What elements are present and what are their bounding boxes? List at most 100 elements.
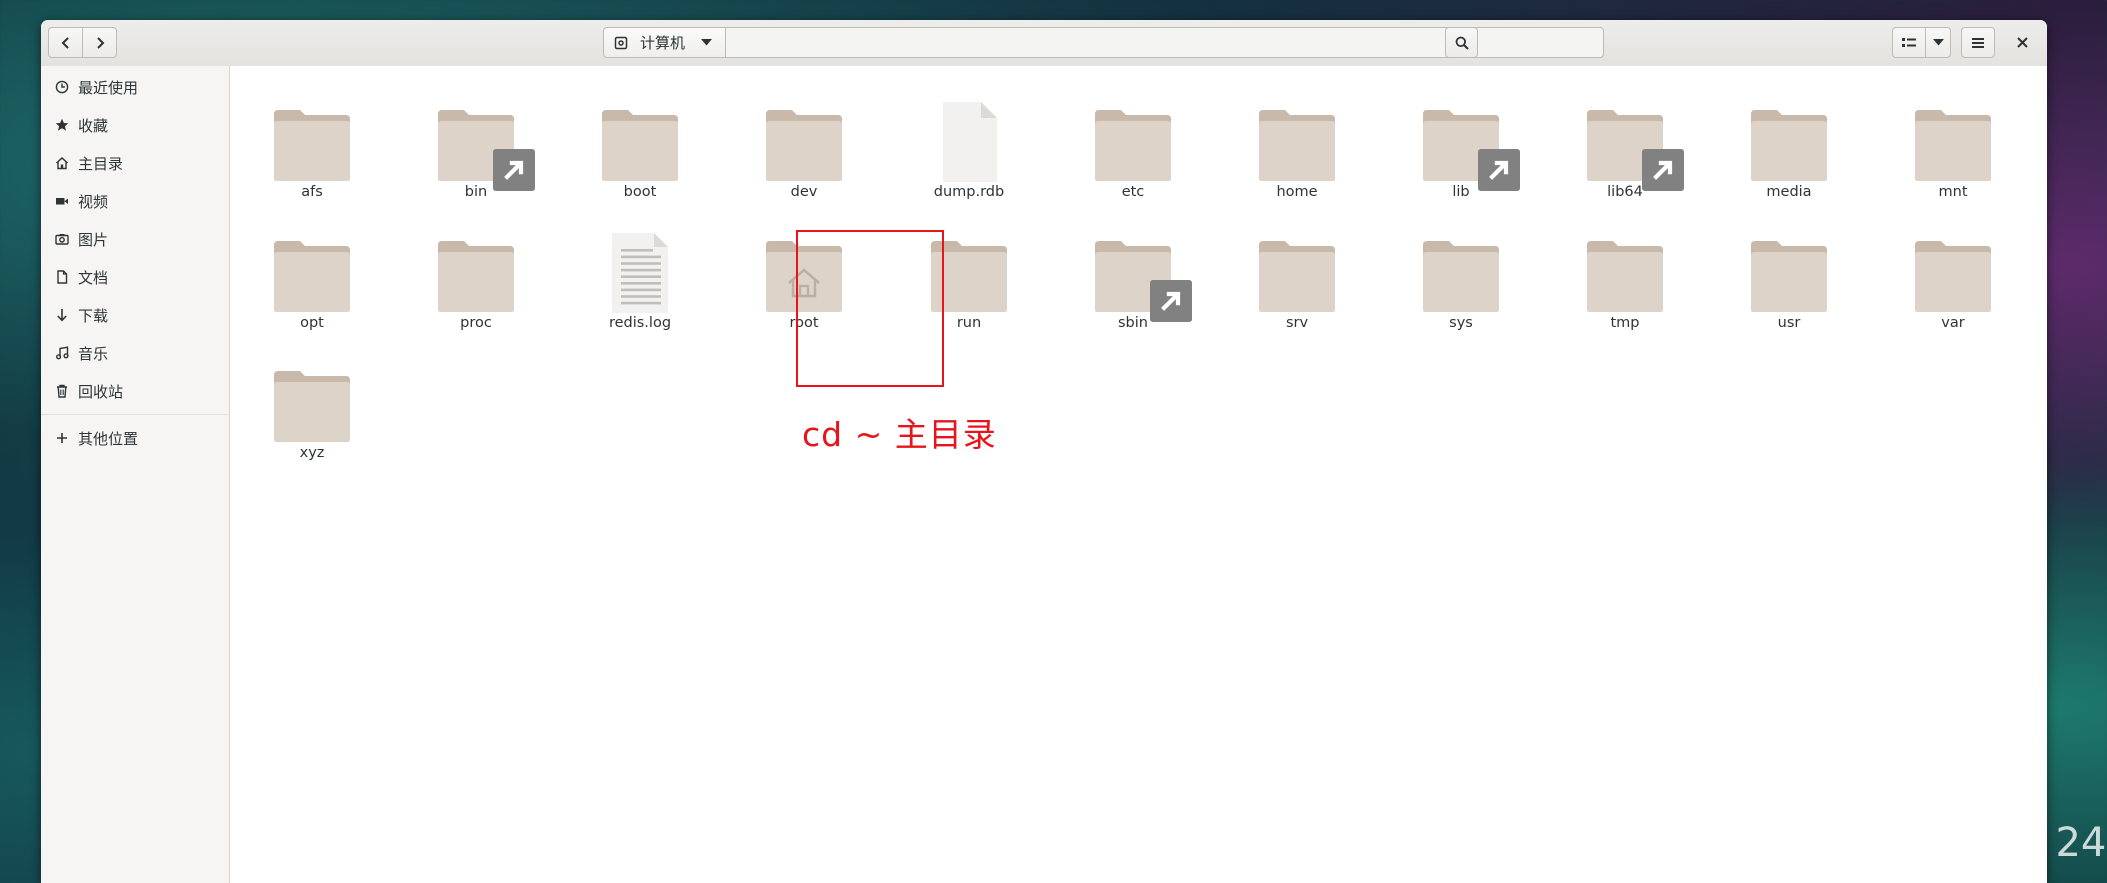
file-name: tmp <box>1610 315 1640 331</box>
sidebar-item-label: 其他位置 <box>78 429 139 448</box>
folder-symlink-icon <box>1093 233 1192 322</box>
folder-icon <box>272 102 352 182</box>
file-item[interactable]: srv <box>1235 218 1355 338</box>
file-item[interactable]: sys <box>1399 218 1519 338</box>
file-item[interactable]: dump.rdb <box>907 87 1027 207</box>
caret-down-icon <box>701 39 713 46</box>
home-icon <box>54 155 70 171</box>
document-icon <box>54 269 70 285</box>
caret-down-icon <box>1932 39 1944 46</box>
file-item[interactable]: afs <box>250 87 370 207</box>
view-options-button[interactable] <box>1925 27 1951 58</box>
folder-icon <box>1749 102 1829 182</box>
hamburger-menu-icon <box>1972 37 1984 48</box>
file-item[interactable]: sbin <box>1071 218 1192 338</box>
file-item[interactable]: home <box>1235 87 1355 207</box>
sidebar-item-label: 文档 <box>78 268 109 287</box>
chevron-right-icon <box>96 36 104 49</box>
close-button[interactable] <box>2007 27 2038 58</box>
file-name: lib64 <box>1607 184 1643 200</box>
file-name: lib <box>1452 184 1470 200</box>
file-name: dev <box>790 184 818 200</box>
annotation-text: cd ~ 主目录 <box>802 415 997 454</box>
folder-symlink-icon <box>1421 102 1520 191</box>
file-name: boot <box>623 184 657 200</box>
sidebar: 最近使用 收藏 主目录 视频 图片 文档 下载 音乐 回收站 其他位置 <box>41 66 230 883</box>
sidebar-item-pictures[interactable]: 图片 <box>41 221 229 257</box>
list-view-icon <box>1902 37 1916 47</box>
annotation-highlight-box <box>796 230 944 387</box>
folder-icon <box>1585 233 1665 313</box>
watermark: CSDN @magic 245 <box>1754 820 2107 866</box>
sidebar-item-label: 下载 <box>78 306 109 325</box>
file-name: xyz <box>299 445 325 461</box>
file-item[interactable]: proc <box>414 218 534 338</box>
sidebar-item-label: 回收站 <box>78 382 124 401</box>
sidebar-item-label: 图片 <box>78 230 109 249</box>
file-item[interactable]: usr <box>1727 218 1847 338</box>
music-icon <box>54 345 70 361</box>
close-icon <box>2017 37 2028 48</box>
file-name: afs <box>301 184 323 200</box>
file-item[interactable]: tmp <box>1563 218 1683 338</box>
file-item[interactable]: etc <box>1071 87 1191 207</box>
sidebar-item-label: 最近使用 <box>78 78 139 97</box>
sidebar-item-label: 音乐 <box>78 344 109 363</box>
back-button[interactable] <box>48 27 83 58</box>
sidebar-item-documents[interactable]: 文档 <box>41 259 229 295</box>
sidebar-item-videos[interactable]: 视频 <box>41 183 229 219</box>
clock-icon <box>54 79 70 95</box>
sidebar-item-recent[interactable]: 最近使用 <box>41 69 229 105</box>
sidebar-item-music[interactable]: 音乐 <box>41 335 229 371</box>
sidebar-item-label: 视频 <box>78 192 109 211</box>
file-name: mnt <box>1938 184 1968 200</box>
sidebar-item-downloads[interactable]: 下载 <box>41 297 229 333</box>
folder-icon <box>600 102 680 182</box>
file-name: etc <box>1121 184 1145 200</box>
download-icon <box>54 307 70 323</box>
folder-icon <box>1257 233 1337 313</box>
file-name: var <box>1941 315 1965 331</box>
sidebar-item-label: 收藏 <box>78 116 109 135</box>
file-name: sbin <box>1118 315 1148 331</box>
sidebar-item-label: 主目录 <box>78 154 124 173</box>
file-name: srv <box>1285 315 1309 331</box>
file-item[interactable]: lib64 <box>1563 87 1684 207</box>
sidebar-item-home[interactable]: 主目录 <box>41 145 229 181</box>
folder-icon <box>1421 233 1501 313</box>
file-name: sys <box>1449 315 1473 331</box>
trash-icon <box>54 383 70 399</box>
folder-icon <box>1913 233 1993 313</box>
file-item[interactable]: mnt <box>1891 87 2011 207</box>
menu-button[interactable] <box>1961 27 1995 58</box>
chevron-left-icon <box>61 36 69 49</box>
folder-icon <box>764 102 844 182</box>
file-item[interactable]: lib <box>1399 87 1520 207</box>
file-item[interactable]: bin <box>414 87 535 207</box>
file-item[interactable]: boot <box>578 87 698 207</box>
file-item[interactable]: dev <box>742 87 862 207</box>
sidebar-item-other-locations[interactable]: 其他位置 <box>41 420 229 456</box>
folder-icon <box>272 233 352 313</box>
header-bar: 计算机 <box>41 20 2047 67</box>
location-computer-button[interactable]: 计算机 <box>604 28 726 57</box>
sidebar-item-starred[interactable]: 收藏 <box>41 107 229 143</box>
file-item[interactable]: xyz <box>250 348 370 468</box>
file-name: media <box>1766 184 1812 200</box>
view-mode-button[interactable] <box>1892 27 1926 58</box>
file-item[interactable]: opt <box>250 218 370 338</box>
sidebar-item-trash[interactable]: 回收站 <box>41 373 229 409</box>
file-name: dump.rdb <box>933 184 1005 200</box>
forward-button[interactable] <box>82 27 117 58</box>
file-name: bin <box>464 184 488 200</box>
sidebar-divider <box>41 414 229 415</box>
folder-symlink-icon <box>436 102 535 191</box>
search-button[interactable] <box>1445 27 1478 58</box>
camera-icon <box>54 231 70 247</box>
file-item[interactable]: media <box>1727 87 1847 207</box>
text-file-icon <box>600 233 680 313</box>
file-item[interactable]: redis.log <box>578 218 698 338</box>
file-item[interactable]: var <box>1891 218 2011 338</box>
file-name: opt <box>300 315 324 331</box>
folder-icon <box>1257 102 1337 182</box>
